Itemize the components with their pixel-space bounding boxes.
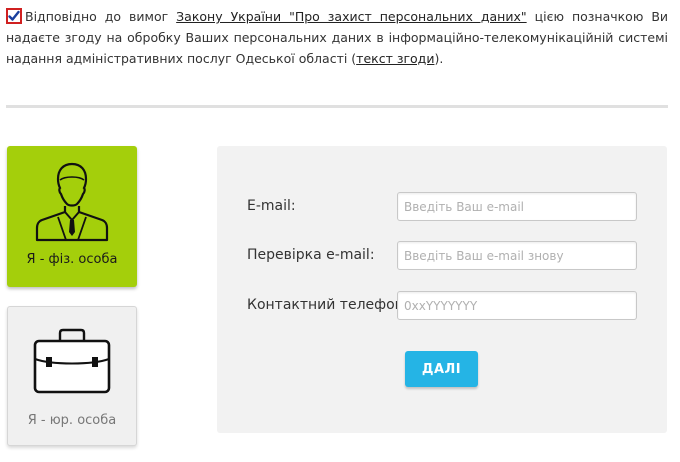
email-check-input[interactable] bbox=[397, 241, 637, 270]
consent-checkbox[interactable] bbox=[6, 8, 22, 24]
consent-text-after: ). bbox=[434, 51, 444, 66]
law-link[interactable]: Закону України "Про захист персональних … bbox=[176, 9, 526, 24]
email-label: E-mail: bbox=[247, 198, 296, 214]
agreement-text-link[interactable]: текст згоди bbox=[356, 51, 434, 66]
email-check-label: Перевірка e-mail: bbox=[247, 247, 375, 263]
legal-entity-label: Я - юр. особа bbox=[27, 413, 117, 428]
next-button[interactable]: ДАЛІ bbox=[405, 351, 478, 387]
checkmark-icon bbox=[8, 10, 20, 21]
section-divider bbox=[6, 105, 668, 108]
email-check-row: Перевірка e-mail: bbox=[217, 241, 667, 271]
briefcase-icon bbox=[8, 327, 136, 399]
phone-input[interactable] bbox=[397, 291, 637, 320]
email-input[interactable] bbox=[397, 192, 637, 221]
consent-text: Відповідно до вимог Закону України "Про … bbox=[6, 6, 668, 69]
email-row: E-mail: bbox=[217, 192, 667, 222]
legal-entity-tile[interactable]: Я - юр. особа bbox=[7, 306, 137, 446]
phone-row: Контактний телефон: bbox=[217, 291, 667, 321]
consent-text-before: Відповідно до вимог bbox=[25, 9, 177, 24]
individual-person-label: Я - фіз. особа bbox=[26, 252, 118, 267]
contact-form: E-mail: Перевірка e-mail: Контактний тел… bbox=[217, 146, 667, 433]
individual-person-tile[interactable]: Я - фіз. особа bbox=[7, 146, 137, 287]
person-icon bbox=[7, 160, 137, 246]
phone-label: Контактний телефон: bbox=[247, 297, 409, 313]
